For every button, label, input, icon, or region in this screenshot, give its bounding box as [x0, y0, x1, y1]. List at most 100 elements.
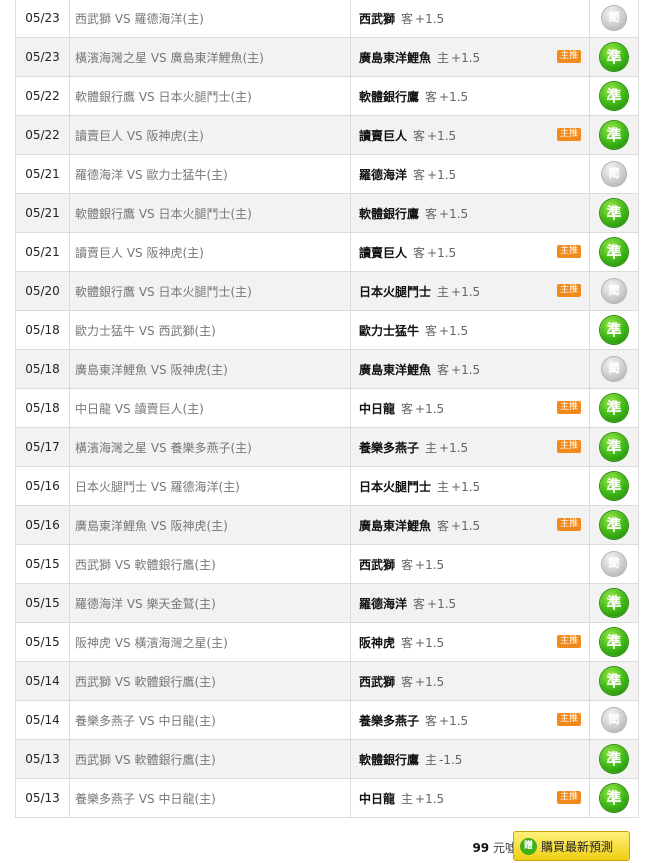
matchup-cell: 讀賣巨人 VS 阪神虎(主) — [69, 232, 351, 272]
handicap-line: +1.5 — [451, 284, 481, 299]
date-cell: 05/22 — [15, 76, 70, 116]
hit-result-icon: 準 — [600, 511, 628, 539]
date-cell: 05/15 — [15, 583, 70, 623]
pick-cell: 讀賣巨人客 +1.5 主推 — [350, 115, 590, 155]
buy-latest-prediction-button[interactable]: 贈 購買最新預測 — [513, 831, 630, 861]
main-pick-badge: 主推 — [557, 440, 581, 453]
buy-button-label: 購買最新預測 — [541, 839, 614, 854]
matchup-cell: 廣島東洋鯉魚 VS 阪神虎(主) — [69, 505, 351, 545]
pick-team: 讀賣巨人 — [359, 245, 408, 260]
pick-team: 養樂多燕子 — [359, 440, 420, 455]
matchup-cell: 軟體銀行鷹 VS 日本火腿鬥士(主) — [69, 193, 351, 233]
result-cell: 準 — [589, 778, 639, 818]
hit-result-icon: 準 — [600, 82, 628, 110]
pick-team: 日本火腿鬥士 — [359, 284, 432, 299]
pick-team: 中日龍 — [359, 791, 396, 806]
home-away: 客 — [413, 596, 426, 611]
handicap-line: +1.5 — [415, 557, 445, 572]
date-cell: 05/14 — [15, 661, 70, 701]
handicap-line: +1.5 — [415, 401, 445, 416]
handicap-line: +1.5 — [427, 245, 457, 260]
matchup-cell: 養樂多燕子 VS 中日龍(主) — [69, 700, 351, 740]
table-row: 05/20 軟體銀行鷹 VS 日本火腿鬥士(主) 日本火腿鬥士主 +1.5 主推 閎 — [15, 271, 639, 311]
date-cell: 05/21 — [15, 193, 70, 233]
main-pick-badge: 主推 — [557, 284, 581, 297]
hit-result-icon: 準 — [600, 394, 628, 422]
home-away: 客 — [401, 557, 414, 572]
home-away: 客 — [413, 128, 426, 143]
result-cell: 準 — [589, 115, 639, 155]
pick-cell: 西武獅客 +1.5 — [350, 661, 590, 701]
result-cell: 準 — [589, 37, 639, 77]
home-away: 主 — [437, 284, 450, 299]
hit-result-icon: 準 — [600, 589, 628, 617]
result-cell: 準 — [589, 661, 639, 701]
hit-result-icon: 準 — [600, 667, 628, 695]
pick-team: 羅德海洋 — [359, 596, 408, 611]
table-row: 05/18 廣島東洋鯉魚 VS 阪神虎(主) 廣島東洋鯉魚客 +1.5 閎 — [15, 349, 639, 389]
pick-team: 廣島東洋鯉魚 — [359, 518, 432, 533]
date-cell: 05/21 — [15, 232, 70, 272]
result-cell: 準 — [589, 388, 639, 428]
date-cell: 05/13 — [15, 778, 70, 818]
miss-result-icon: 閎 — [602, 162, 626, 186]
table-row: 05/15 西武獅 VS 軟體銀行鷹(主) 西武獅客 +1.5 閎 — [15, 544, 639, 584]
pick-cell: 日本火腿鬥士主 +1.5 主推 — [350, 271, 590, 311]
hit-result-icon: 準 — [600, 43, 628, 71]
miss-result-icon: 閎 — [602, 708, 626, 732]
main-pick-badge: 主推 — [557, 518, 581, 531]
gift-icon: 贈 — [520, 837, 537, 855]
handicap-line: +1.5 — [439, 89, 469, 104]
matchup-cell: 羅德海洋 VS 歐力士猛牛(主) — [69, 154, 351, 194]
pick-team: 軟體銀行鷹 — [359, 752, 420, 767]
handicap-line: +1.5 — [427, 128, 457, 143]
handicap-line: +1.5 — [427, 167, 457, 182]
pick-cell: 廣島東洋鯉魚客 +1.5 主推 — [350, 505, 590, 545]
result-cell: 閎 — [589, 271, 639, 311]
table-row: 05/15 阪神虎 VS 橫濱海灣之星(主) 阪神虎客 +1.5 主推 準 — [15, 622, 639, 662]
pick-team: 廣島東洋鯉魚 — [359, 362, 432, 377]
pick-team: 廣島東洋鯉魚 — [359, 50, 432, 65]
date-cell: 05/23 — [15, 37, 70, 77]
table-row: 05/16 廣島東洋鯉魚 VS 阪神虎(主) 廣島東洋鯉魚客 +1.5 主推 準 — [15, 505, 639, 545]
matchup-cell: 羅德海洋 VS 樂天金鷲(主) — [69, 583, 351, 623]
result-cell: 準 — [589, 583, 639, 623]
matchup-cell: 軟體銀行鷹 VS 日本火腿鬥士(主) — [69, 76, 351, 116]
result-cell: 準 — [589, 466, 639, 506]
pick-team: 讀賣巨人 — [359, 128, 408, 143]
pick-team: 日本火腿鬥士 — [359, 479, 432, 494]
matchup-cell: 西武獅 VS 軟體銀行鷹(主) — [69, 739, 351, 779]
handicap-line: +1.5 — [451, 518, 481, 533]
pick-cell: 羅德海洋客 +1.5 — [350, 154, 590, 194]
hit-result-icon: 準 — [600, 472, 628, 500]
main-pick-badge: 主推 — [557, 50, 581, 63]
pick-team: 西武獅 — [359, 11, 396, 26]
home-away: 客 — [401, 635, 414, 650]
table-row: 05/23 橫濱海灣之星 VS 廣島東洋鯉魚(主) 廣島東洋鯉魚主 +1.5 主推 準 — [15, 37, 639, 77]
pick-cell: 日本火腿鬥士主 +1.5 — [350, 466, 590, 506]
handicap-line: +1.5 — [439, 323, 469, 338]
result-cell: 閎 — [589, 544, 639, 584]
table-row: 05/14 養樂多燕子 VS 中日龍(主) 養樂多燕子客 +1.5 主推 閎 — [15, 700, 639, 740]
matchup-cell: 阪神虎 VS 橫濱海灣之星(主) — [69, 622, 351, 662]
pick-team: 中日龍 — [359, 401, 396, 416]
pick-cell: 讀賣巨人客 +1.5 主推 — [350, 232, 590, 272]
miss-result-icon: 閎 — [602, 357, 626, 381]
date-cell: 05/22 — [15, 115, 70, 155]
pick-cell: 養樂多燕子客 +1.5 主推 — [350, 700, 590, 740]
matchup-cell: 讀賣巨人 VS 阪神虎(主) — [69, 115, 351, 155]
handicap-line: +1.5 — [427, 596, 457, 611]
date-cell: 05/16 — [15, 466, 70, 506]
pick-team: 養樂多燕子 — [359, 713, 420, 728]
date-cell: 05/18 — [15, 349, 70, 389]
result-cell: 準 — [589, 505, 639, 545]
home-away: 客 — [425, 323, 438, 338]
matchup-cell: 歐力士猛牛 VS 西武獅(主) — [69, 310, 351, 350]
home-away: 客 — [413, 245, 426, 260]
prediction-rows: 05/23 西武獅 VS 羅德海洋(主) 西武獅客 +1.5 閎 05/23 橫濱海灣之星 … — [15, 0, 639, 818]
miss-result-icon: 閎 — [602, 279, 626, 303]
pick-cell: 歐力士猛牛客 +1.5 — [350, 310, 590, 350]
handicap-line: +1.5 — [439, 206, 469, 221]
hit-result-icon: 準 — [600, 238, 628, 266]
pick-team: 阪神虎 — [359, 635, 396, 650]
